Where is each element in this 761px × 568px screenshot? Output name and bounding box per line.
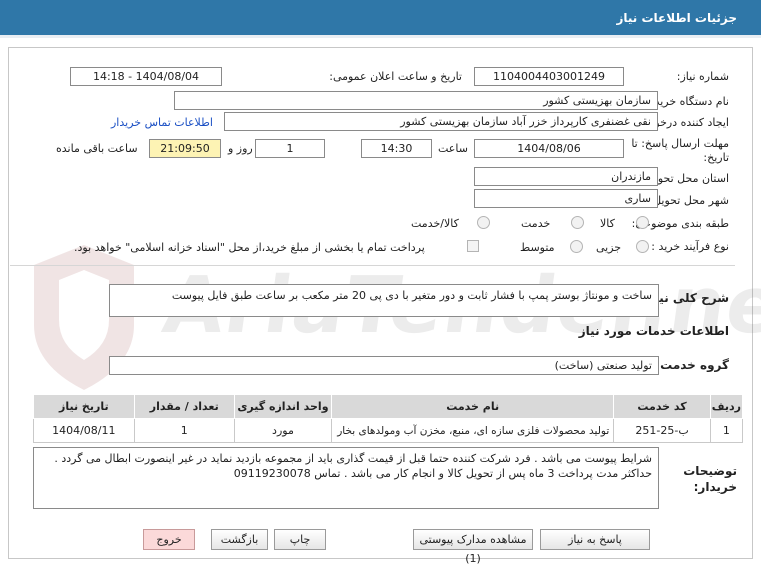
- col-unit: واحد اندازه گیری: [233, 394, 333, 419]
- col-service-code: کد خدمت: [613, 394, 711, 419]
- process-radio-medium[interactable]: [570, 240, 583, 253]
- city-field[interactable]: ساری: [474, 189, 658, 208]
- days-label: روز و: [228, 142, 253, 155]
- creator-field[interactable]: نقی غضنفری کارپرداز خزر آباد سازمان بهزی…: [224, 112, 658, 131]
- cell-service-name: تولید محصولات فلزی سازه ای، منبع، مخزن آ…: [331, 418, 615, 443]
- col-service-name: نام خدمت: [331, 394, 615, 419]
- city-label: شهر محل تحویل:: [649, 194, 729, 207]
- deadline-label: مهلت ارسال پاسخ: تا تاریخ:: [631, 137, 729, 164]
- reply-button[interactable]: پاسخ به نیاز: [540, 529, 650, 550]
- remaining-time-field: 21:09:50: [149, 139, 221, 158]
- cell-need-date: 1404/08/11: [33, 418, 135, 443]
- service-group-label: گروه خدمت:: [655, 358, 729, 372]
- buyer-org-field[interactable]: سازمان بهزیستی کشور: [174, 91, 658, 110]
- divider: [10, 265, 735, 266]
- contact-info-link[interactable]: اطلاعات تماس خریدار: [111, 116, 213, 129]
- cell-service-code: ب-25-251: [613, 418, 711, 443]
- days-field[interactable]: 1: [255, 139, 325, 158]
- remaining-label: ساعت باقی مانده: [56, 142, 138, 155]
- services-table: ردیف کد خدمت نام خدمت واحد اندازه گیری ت…: [33, 394, 744, 443]
- page-header: جزئیات اطلاعات نیاز: [0, 0, 761, 38]
- deadline-time-field[interactable]: 14:30: [361, 139, 432, 158]
- process-option-minor: جزیی: [596, 241, 622, 254]
- process-option-medium: متوسط: [520, 241, 555, 254]
- need-number-field[interactable]: 1104004403001249: [474, 67, 624, 86]
- services-section-title: اطلاعات خدمات مورد نیاز: [578, 324, 729, 338]
- buyer-notes-label: توضیحات خریدار:: [683, 464, 737, 494]
- col-row: ردیف: [709, 394, 744, 419]
- province-field[interactable]: مازندران: [474, 167, 658, 186]
- treasury-payment-note: پرداخت تمام یا بخشی از مبلغ خرید،از محل …: [74, 241, 425, 254]
- page-title: جزئیات اطلاعات نیاز: [616, 11, 737, 25]
- back-button[interactable]: بازگشت: [211, 529, 268, 550]
- category-option-goods: کالا: [600, 217, 615, 230]
- table-header-row: ردیف کد خدمت نام خدمت واحد اندازه گیری ت…: [33, 394, 744, 419]
- view-attachments-button[interactable]: مشاهده مدارک پیوستی (1): [413, 529, 533, 565]
- general-desc-textarea[interactable]: ساخت و مونتاژ بوستر پمپ با فشار ثابت و د…: [109, 284, 659, 317]
- category-radio-service[interactable]: [571, 216, 584, 229]
- service-group-field[interactable]: تولید صنعتی (ساخت): [109, 356, 659, 375]
- col-need-date: تاریخ نیاز: [33, 394, 135, 419]
- category-option-service: خدمت: [521, 217, 551, 230]
- treasury-payment-checkbox[interactable]: [467, 240, 479, 252]
- process-label: نوع فرآیند خرید :: [651, 240, 729, 253]
- print-button[interactable]: چاپ: [274, 529, 326, 550]
- col-quantity: تعداد / مقدار: [133, 394, 235, 419]
- category-radio-goods[interactable]: [636, 216, 649, 229]
- cell-quantity: 1: [133, 418, 235, 443]
- buyer-notes-textarea[interactable]: شرایط پیوست می باشد . فرد شرکت کننده حتم…: [33, 447, 659, 509]
- need-number-label: شماره نیاز:: [676, 70, 729, 83]
- category-radio-goods-service[interactable]: [477, 216, 490, 229]
- cell-unit: مورد: [233, 418, 333, 443]
- cell-row: 1: [709, 418, 744, 443]
- category-option-goods-service: کالا/خدمت: [411, 217, 459, 230]
- announce-label: تاریخ و ساعت اعلان عمومی:: [329, 70, 462, 83]
- table-row[interactable]: 1 ب-25-251 تولید محصولات فلزی سازه ای، م…: [33, 418, 744, 443]
- deadline-date-field[interactable]: 1404/08/06: [474, 139, 624, 158]
- exit-button[interactable]: خروج: [143, 529, 195, 550]
- process-radio-minor[interactable]: [636, 240, 649, 253]
- deadline-time-label: ساعت: [438, 142, 468, 155]
- announce-date-field[interactable]: 1404/08/04 - 14:18: [70, 67, 222, 86]
